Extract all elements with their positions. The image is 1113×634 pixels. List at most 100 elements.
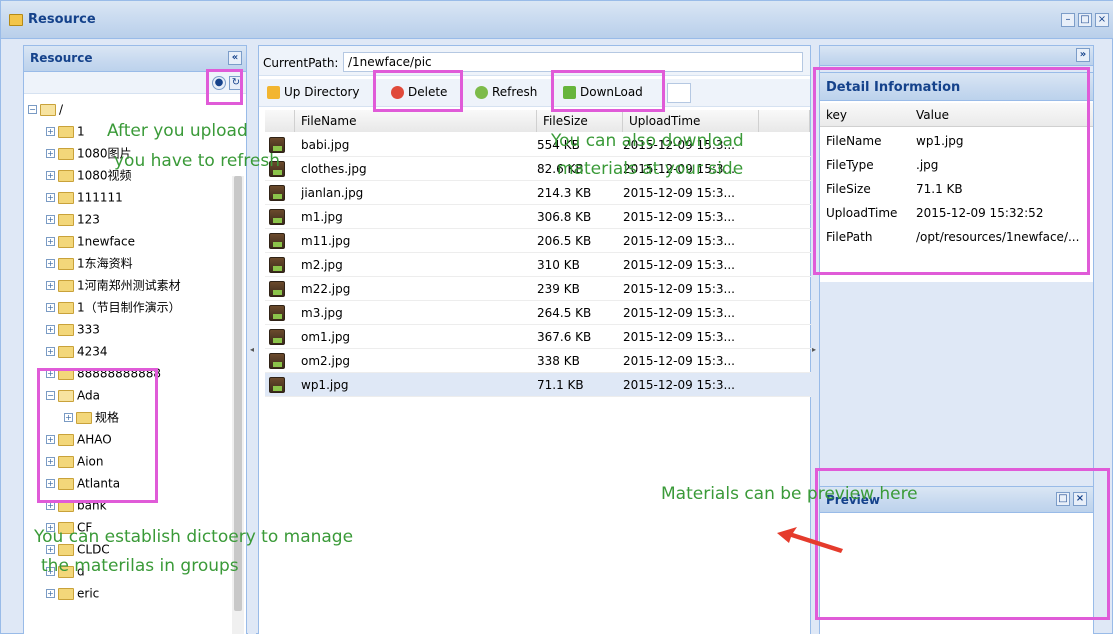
tree-item[interactable]: − / <box>28 98 63 120</box>
image-file-icon <box>269 377 285 393</box>
splitter-arrow-right-icon: ▸ <box>812 345 817 354</box>
tree-item[interactable]: +1河南郑州测试素材 <box>46 274 181 296</box>
image-file-icon <box>269 353 285 369</box>
file-time-cell: 2015-12-09 15:3... <box>623 186 735 200</box>
file-name-cell: m3.jpg <box>301 306 343 320</box>
refresh-button[interactable]: Refresh <box>475 79 537 105</box>
up-arrow-icon <box>267 86 280 99</box>
tree-item-label: 1 <box>77 124 85 139</box>
up-directory-label: Up Directory <box>284 85 360 99</box>
file-toolbar: Up Directory Delete Refresh DownLoad <box>259 79 810 107</box>
up-directory-button[interactable]: Up Directory <box>267 79 360 105</box>
file-row[interactable]: m11.jpg 206.5 KB 2015-12-09 15:3... <box>265 229 817 253</box>
file-time-cell: 2015-12-09 15:3... <box>623 234 735 248</box>
tree-item[interactable]: +333 <box>46 318 100 340</box>
file-row[interactable]: m22.jpg 239 KB 2015-12-09 15:3... <box>265 277 817 301</box>
folder-icon <box>40 103 56 116</box>
annotation-download-2: materials at your side <box>557 159 744 179</box>
expand-node-icon[interactable]: + <box>46 347 55 356</box>
expand-node-icon[interactable]: + <box>46 193 55 202</box>
folder-icon <box>58 213 74 226</box>
tree-item[interactable]: + eric <box>46 582 99 604</box>
file-time-cell: 2015-12-09 15:3... <box>623 282 735 296</box>
folder-icon <box>58 147 74 160</box>
minimize-icon[interactable]: – <box>1061 13 1075 27</box>
expand-node-icon[interactable]: + <box>46 325 55 334</box>
tree-item[interactable]: +1 <box>46 120 85 142</box>
tree-item[interactable]: +1东海资料 <box>46 252 133 274</box>
file-name-cell: babi.jpg <box>301 138 350 152</box>
path-label: CurrentPath: <box>263 56 339 70</box>
file-name-cell: om1.jpg <box>301 330 351 344</box>
tree-item[interactable]: +4234 <box>46 340 108 362</box>
folder-icon <box>58 235 74 248</box>
file-row[interactable]: om1.jpg 367.6 KB 2015-12-09 15:3... <box>265 325 817 349</box>
expand-node-icon[interactable]: + <box>46 589 55 598</box>
tree-item-label: 123 <box>77 212 100 227</box>
file-name-cell: m11.jpg <box>301 234 351 248</box>
right-panel-topbar: » <box>820 46 1093 66</box>
tree-item-label: 4234 <box>77 344 108 359</box>
file-row[interactable]: m3.jpg 264.5 KB 2015-12-09 15:3... <box>265 301 817 325</box>
file-size-cell: 338 KB <box>537 354 580 368</box>
file-row[interactable]: wp1.jpg 71.1 KB 2015-12-09 15:3... <box>265 373 817 397</box>
expand-node-icon[interactable]: + <box>46 237 55 246</box>
file-size-cell: 310 KB <box>537 258 580 272</box>
collapse-node-icon[interactable]: − <box>28 105 37 114</box>
expand-node-icon[interactable]: + <box>46 259 55 268</box>
expand-node-icon[interactable]: + <box>46 149 55 158</box>
tree-item[interactable]: +123 <box>46 208 100 230</box>
toolbar-input[interactable] <box>667 83 691 103</box>
annotation-directory-2: the materilas in groups <box>41 556 239 576</box>
extra-column-header <box>759 110 810 132</box>
expand-node-icon[interactable]: + <box>46 171 55 180</box>
file-time-cell: 2015-12-09 15:3... <box>623 378 735 392</box>
file-time-cell: 2015-12-09 15:3... <box>623 258 735 272</box>
annotation-directory-1: You can establish dictoery to manage <box>34 527 354 547</box>
tree-item-label: 1河南郑州测试素材 <box>77 278 181 293</box>
highlight-tree-tools <box>206 69 243 105</box>
image-file-icon <box>269 329 285 345</box>
file-size-cell: 71.1 KB <box>537 378 584 392</box>
file-time-cell: 2015-12-09 15:3... <box>623 354 735 368</box>
file-name-cell: m1.jpg <box>301 210 343 224</box>
file-time-cell: 2015-12-09 15:3... <box>623 306 735 320</box>
image-file-icon <box>269 233 285 249</box>
collapse-right-icon[interactable]: » <box>1076 48 1090 62</box>
path-input[interactable]: /1newface/pic <box>343 52 803 72</box>
tree-item[interactable]: +1（节目制作演示） <box>46 296 181 318</box>
expand-node-icon[interactable]: + <box>46 127 55 136</box>
file-name-cell: m2.jpg <box>301 258 343 272</box>
tree-item[interactable]: +1newface <box>46 230 135 252</box>
folder-icon <box>58 301 74 314</box>
expand-node-icon[interactable]: + <box>46 281 55 290</box>
col-uploadtime[interactable]: UploadTime <box>623 110 759 132</box>
folder-tree: − / +1 +1080图片 +1080视频 +111111 +123 +1newface +1… <box>24 98 232 634</box>
highlight-download <box>551 70 665 112</box>
highlight-delete <box>373 70 463 112</box>
folder-icon <box>58 191 74 204</box>
file-name-cell: m22.jpg <box>301 282 351 296</box>
image-file-icon <box>269 281 285 297</box>
file-size-cell: 206.5 KB <box>537 234 592 248</box>
folder-icon <box>58 257 74 270</box>
expand-node-icon[interactable]: + <box>46 303 55 312</box>
tree-item-label: 1东海资料 <box>77 256 133 271</box>
file-row[interactable]: jianlan.jpg 214.3 KB 2015-12-09 15:3... <box>265 181 817 205</box>
file-name-cell: jianlan.jpg <box>301 186 364 200</box>
file-row[interactable]: om2.jpg 338 KB 2015-12-09 15:3... <box>265 349 817 373</box>
tree-item-label: 111111 <box>77 190 123 205</box>
file-size-cell: 264.5 KB <box>537 306 592 320</box>
file-time-cell: 2015-12-09 15:3... <box>623 210 735 224</box>
splitter-arrow-icon: ◂ <box>250 345 255 354</box>
collapse-left-icon[interactable]: « <box>228 51 242 65</box>
col-filesize[interactable]: FileSize <box>537 110 623 132</box>
file-row[interactable]: m2.jpg 310 KB 2015-12-09 15:3... <box>265 253 817 277</box>
expand-node-icon[interactable]: + <box>46 215 55 224</box>
tree-item[interactable]: +111111 <box>46 186 123 208</box>
close-icon[interactable]: × <box>1095 13 1109 27</box>
folder-icon <box>9 14 23 26</box>
col-filename[interactable]: FileName <box>295 110 537 132</box>
maximize-icon[interactable]: □ <box>1078 13 1092 27</box>
file-row[interactable]: m1.jpg 306.8 KB 2015-12-09 15:3... <box>265 205 817 229</box>
